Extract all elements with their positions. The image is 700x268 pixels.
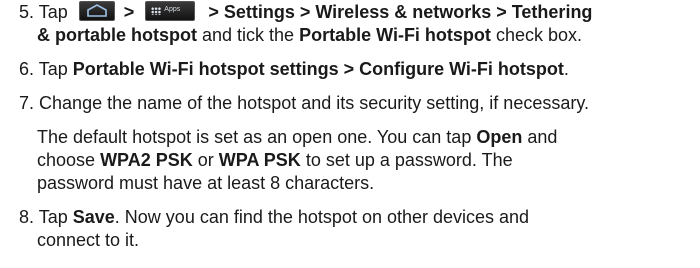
step-5-line-1: 5. Tap > Apps > Settings > Wireless & ne… (19, 1, 592, 24)
step-number: 5. (19, 2, 35, 22)
option-name: Portable Wi-Fi hotspot (299, 25, 491, 45)
step-7-para-line-3: password must have at least 8 characters… (37, 172, 374, 195)
apps-icon-label: Apps (164, 6, 181, 13)
apps-icon: Apps (145, 1, 196, 21)
step-8-line-1: 8. Tap Save. Now you can find the hotspo… (19, 206, 529, 229)
step-number: 6. (19, 59, 35, 79)
step-8-line-2: connect to it. (37, 229, 139, 252)
option-wpa2-psk: WPA2 PSK (100, 150, 193, 170)
step-verb: Tap (38, 2, 68, 22)
step-text: check box. (495, 25, 582, 45)
settings-path: > Settings > Wireless & networks > Tethe… (208, 2, 593, 22)
step-text: and tick the (202, 25, 295, 45)
para-text: choose (37, 150, 96, 170)
settings-path-cont: & portable hotspot (37, 25, 197, 45)
step-6: 6. Tap Portable Wi-Fi hotspot settings >… (19, 58, 569, 81)
separator: > (123, 2, 135, 22)
step-text: Change the name of the hotspot and its s… (39, 93, 590, 113)
para-text: and (527, 127, 558, 147)
step-7: 7. Change the name of the hotspot and it… (19, 92, 589, 115)
step-text: . Now you can find the hotspot on other … (114, 207, 530, 227)
option-open: Open (476, 127, 523, 147)
step-text: . (563, 59, 569, 79)
para-text: The default hotspot is set as an open on… (37, 127, 472, 147)
step-7-para-line-2: choose WPA2 PSK or WPA PSK to set up a p… (37, 149, 513, 172)
step-verb: Tap (38, 207, 68, 227)
para-text: password must have at least 8 characters… (37, 173, 375, 193)
step-text: connect to it. (37, 230, 140, 250)
step-number: 7. (19, 93, 35, 113)
save-label: Save (72, 207, 115, 227)
para-text: to set up a password. The (305, 150, 513, 170)
home-icon (78, 1, 115, 21)
step-7-para-line-1: The default hotspot is set as an open on… (37, 126, 557, 149)
step-verb: Tap (38, 59, 68, 79)
settings-path: Portable Wi-Fi hotspot settings > Config… (72, 59, 564, 79)
option-wpa-psk: WPA PSK (218, 150, 301, 170)
instruction-document: 5. Tap > Apps > Settings > Wireless & ne… (0, 0, 700, 268)
step-number: 8. (19, 207, 35, 227)
step-5-line-2: & portable hotspot and tick the Portable… (37, 24, 582, 47)
para-text: or (197, 150, 214, 170)
